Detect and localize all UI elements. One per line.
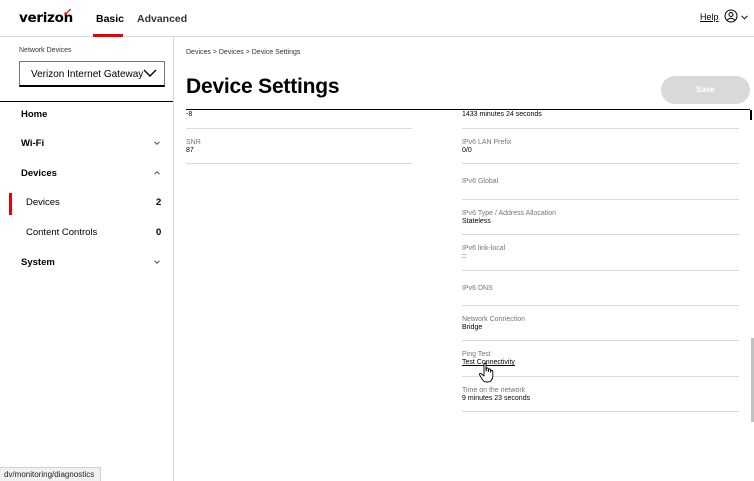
field-value: Bridge (462, 324, 483, 331)
sidebar-subitem-content-controls[interactable]: Content Controls 0 (0, 223, 173, 245)
help-link[interactable]: Help (700, 12, 719, 22)
field-value: :: (462, 253, 466, 260)
chevron-down-icon (154, 141, 160, 145)
snr-field: SNR 87 (186, 139, 201, 155)
top-bar: verizon ✓ Basic Advanced Help (0, 0, 754, 37)
sidebar: Network Devices Verizon Internet Gateway… (0, 37, 174, 481)
sidebar-item-system[interactable]: System (0, 253, 173, 275)
field-divider (462, 376, 739, 377)
ipv6-dns-field: IPv6 DNS (462, 285, 493, 293)
field-value: Stateless (462, 218, 491, 225)
field-divider (462, 128, 739, 129)
sidebar-item-home[interactable]: Home (0, 105, 173, 127)
sidebar-item-wifi[interactable]: Wi-Fi (0, 134, 173, 156)
sidebar-subitem-devices[interactable]: Devices 2 (0, 193, 173, 215)
field-label: IPv6 DNS (462, 285, 493, 292)
diagnostic-field-left-0: -8 (186, 111, 192, 119)
sidebar-item-label: System (21, 257, 55, 268)
tab-advanced[interactable]: Advanced (137, 13, 187, 25)
ipv6-global-field: IPv6 Global (462, 178, 498, 186)
sidebar-item-label: Wi-Fi (21, 138, 45, 149)
content-controls-count-badge: 0 (156, 227, 162, 238)
chevron-up-icon (154, 171, 160, 175)
sidebar-item-label: Home (21, 109, 48, 120)
field-label: IPv6 Global (462, 178, 499, 185)
network-connection-field: Network Connection Bridge (462, 316, 525, 332)
sidebar-item-label: Devices (26, 197, 60, 208)
field-value: 1433 minutes 24 seconds (462, 111, 542, 118)
field-label: IPv6 LAN Prefix (462, 139, 512, 146)
field-label: IPv6 Type / Address Allocation (462, 210, 557, 217)
sidebar-item-label: Content Controls (26, 227, 98, 238)
uptime-field: 1433 minutes 24 seconds (462, 111, 542, 119)
hand-pointer-icon (479, 362, 494, 383)
chevron-down-icon (143, 69, 157, 77)
field-divider (186, 163, 412, 164)
field-divider (462, 340, 739, 341)
ipv6-link-local-field: IPv6 link-local :: (462, 245, 505, 261)
time-on-network-field: Time on the network 9 minutes 23 seconds (462, 387, 530, 403)
field-label: IPv6 link-local (462, 245, 506, 252)
sidebar-item-devices[interactable]: Devices (0, 164, 173, 186)
field-divider (462, 411, 739, 412)
ipv6-lan-prefix-field: IPv6 LAN Prefix 0/0 (462, 139, 511, 155)
field-divider (462, 305, 739, 306)
user-account-icon[interactable] (724, 9, 738, 23)
chevron-down-icon (154, 260, 160, 264)
content-top-divider (186, 109, 750, 110)
field-label: Network Connection (462, 316, 526, 323)
scroll-indicator (750, 110, 752, 120)
page-title: Device Settings (186, 75, 340, 98)
sidebar-divider (0, 101, 173, 102)
field-divider (462, 199, 739, 200)
field-divider (462, 163, 739, 164)
status-bar-url: dv/monitoring/diagnostics (0, 467, 102, 481)
network-devices-label: Network Devices (19, 47, 72, 54)
sidebar-item-label: Devices (21, 168, 57, 179)
active-item-indicator (9, 193, 12, 215)
field-value: 87 (186, 147, 194, 154)
field-label: Time on the network (462, 387, 526, 394)
field-divider (462, 270, 739, 271)
field-value: 0/0 (462, 147, 472, 154)
field-value: -8 (186, 111, 193, 118)
field-divider (462, 234, 739, 235)
field-divider (186, 128, 412, 129)
save-button[interactable]: Save (661, 76, 750, 104)
network-device-select[interactable]: Verizon Internet Gateway (19, 61, 165, 87)
devices-count-badge: 2 (156, 197, 162, 208)
selected-device-value: Verizon Internet Gateway (31, 69, 144, 80)
chevron-down-icon[interactable] (741, 15, 748, 20)
field-label: SNR (186, 139, 201, 146)
field-label: Ping Test (462, 351, 491, 358)
tab-basic[interactable]: Basic (96, 13, 124, 25)
ipv6-type-field: IPv6 Type / Address Allocation Stateless (462, 210, 556, 226)
breadcrumb[interactable]: Devices > Devices > Device Settings (186, 49, 300, 56)
field-value: 9 minutes 23 seconds (462, 395, 531, 402)
